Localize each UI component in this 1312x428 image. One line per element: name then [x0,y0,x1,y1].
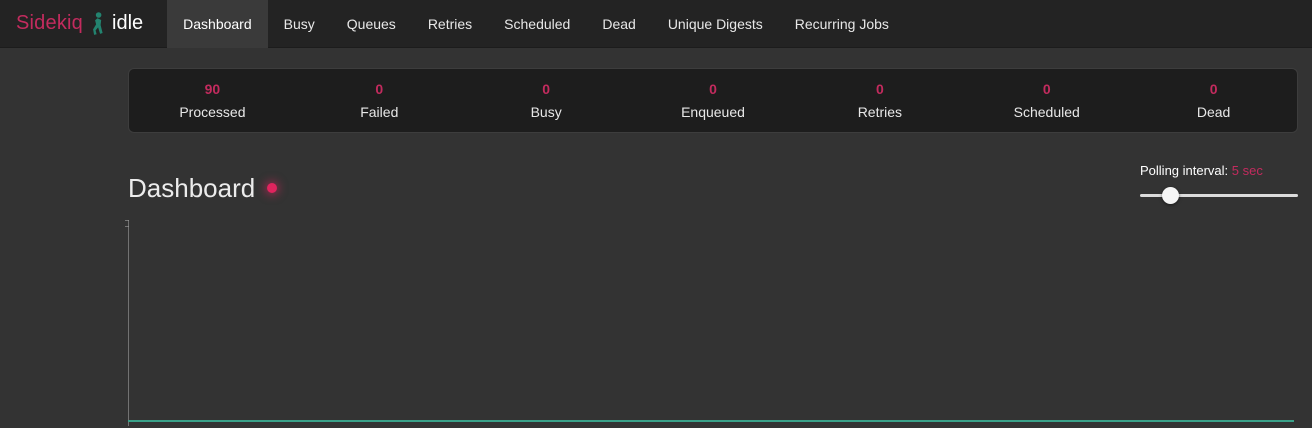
top-navbar: Sidekiq idle Dashboard Busy Queues Retri… [0,0,1312,48]
polling-interval-value: 5 sec [1232,163,1263,178]
stat-enqueued: 0 Enqueued [630,81,797,120]
stat-dead-value: 0 [1130,81,1297,97]
stats-summary-bar: 90 Processed 0 Failed 0 Busy 0 Enqueued … [128,68,1298,133]
nav-item-busy[interactable]: Busy [268,0,331,48]
stat-scheduled-label: Scheduled [963,104,1130,120]
nav-tabs: Dashboard Busy Queues Retries Scheduled … [167,0,905,47]
stat-processed-value: 90 [129,81,296,97]
brand-name: Sidekiq [16,12,83,35]
stat-retries-label: Retries [796,104,963,120]
polling-interval-slider[interactable] [1140,187,1298,204]
stat-busy-value: 0 [463,81,630,97]
stat-enqueued-label: Enqueued [630,104,797,120]
nav-item-recurring-jobs[interactable]: Recurring Jobs [779,0,905,48]
nav-item-dashboard[interactable]: Dashboard [167,0,268,48]
stat-failed-value: 0 [296,81,463,97]
nav-item-unique-digests[interactable]: Unique Digests [652,0,779,48]
chart-series-line [128,420,1294,422]
chart-y-axis [128,220,129,426]
stat-retries: 0 Retries [796,81,963,120]
stat-processed-label: Processed [129,104,296,120]
stat-failed-label: Failed [296,104,463,120]
nav-item-scheduled[interactable]: Scheduled [488,0,586,48]
realtime-dashboard-chart [128,220,1298,426]
stat-scheduled: 0 Scheduled [963,81,1130,120]
page-title: Dashboard [128,173,255,203]
live-beacon-icon [267,183,277,193]
nav-item-dead[interactable]: Dead [586,0,651,48]
sidekiq-mascot-icon [90,12,105,35]
brand-status-text: idle [112,12,143,35]
stat-dead: 0 Dead [1130,81,1297,120]
stat-enqueued-value: 0 [630,81,797,97]
slider-thumb[interactable] [1162,187,1179,204]
stat-failed: 0 Failed [296,81,463,120]
dashboard-header-row: Dashboard Polling interval: 5 sec [128,163,1298,204]
stat-processed: 90 Processed [129,81,296,120]
stat-busy: 0 Busy [463,81,630,120]
stat-busy-label: Busy [463,104,630,120]
title-wrap: Dashboard [128,173,277,203]
chart-y-axis-tick [125,226,129,227]
polling-interval-text: Polling interval: 5 sec [1140,163,1298,178]
page-container: 90 Processed 0 Failed 0 Busy 0 Enqueued … [128,68,1298,426]
sidekiq-brand[interactable]: Sidekiq idle [0,0,153,47]
stat-scheduled-value: 0 [963,81,1130,97]
nav-item-queues[interactable]: Queues [331,0,412,48]
nav-item-retries[interactable]: Retries [412,0,488,48]
chart-y-axis-tick [125,220,129,221]
stat-retries-value: 0 [796,81,963,97]
polling-interval-label: Polling interval: [1140,163,1228,178]
stat-dead-label: Dead [1130,104,1297,120]
polling-interval-control: Polling interval: 5 sec [1140,163,1298,204]
